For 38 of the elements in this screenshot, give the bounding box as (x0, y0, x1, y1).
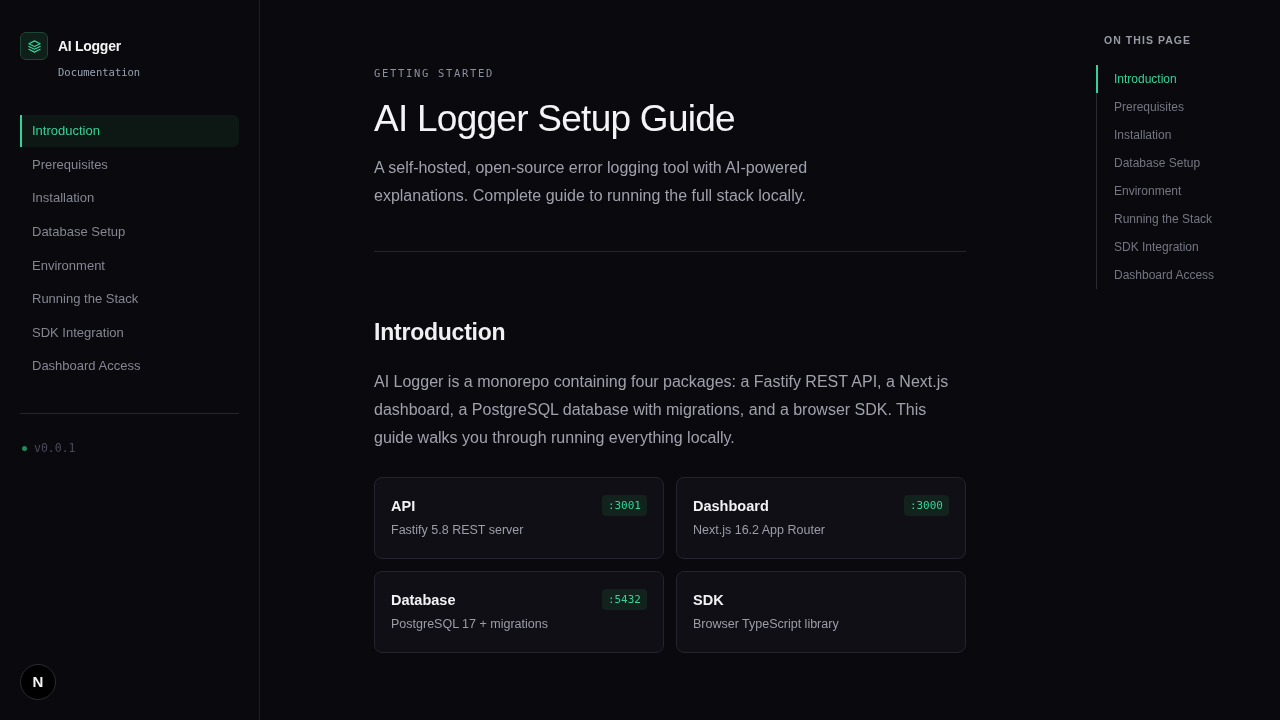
card-description: Browser TypeScript library (693, 616, 840, 633)
sidebar-nav-item[interactable]: Introduction (20, 115, 239, 147)
dev-indicator-button[interactable]: N (20, 664, 56, 700)
toc-heading: ON THIS PAGE (1103, 33, 1193, 48)
card-title: Database (391, 591, 456, 610)
card-description: Fastify 5.8 REST server (391, 522, 525, 539)
sidebar-nav-item[interactable]: Prerequisites (20, 148, 239, 181)
brand-subtitle: Documentation (58, 65, 141, 79)
toc-link[interactable]: Database Setup (1097, 149, 1201, 177)
port-tag: :3000 (903, 495, 949, 516)
version-label: v0.0.1 (34, 440, 76, 457)
section-eyebrow: GETTING STARTED (374, 66, 496, 81)
toc-link[interactable]: Environment (1097, 177, 1182, 205)
toc-link[interactable]: Running the Stack (1097, 205, 1213, 233)
toc-link[interactable]: Prerequisites (1097, 93, 1185, 121)
card-title: SDK (693, 591, 724, 610)
toc-link[interactable]: Dashboard Access (1097, 261, 1215, 289)
sidebar-nav-item[interactable]: Running the Stack (20, 282, 239, 315)
toc-link[interactable]: SDK Integration (1097, 233, 1199, 261)
section-heading: Introduction (374, 318, 507, 347)
card-title: API (391, 497, 416, 516)
page-subtitle: A self-hosted, open-source error logging tool with AI-powered explanations. Complete guide to running the full stack locally. (374, 158, 809, 206)
port-tag: :5432 (601, 589, 647, 610)
page-title: AI Logger Setup Guide (374, 99, 736, 139)
brand-title: AI Logger (58, 37, 122, 56)
toc-link[interactable]: Installation (1097, 121, 1172, 149)
sidebar-nav-item[interactable]: Database Setup (20, 215, 239, 248)
sidebar-nav-item[interactable]: SDK Integration (20, 316, 239, 349)
port-tag: :3001 (601, 495, 647, 516)
card-title: Dashboard (693, 497, 769, 516)
sidebar-nav-item[interactable]: Environment (20, 249, 239, 282)
sidebar-nav-item[interactable]: Installation (20, 182, 239, 215)
layers-logo-icon (20, 32, 48, 60)
card-description: Next.js 16.2 App Router (693, 522, 827, 539)
sidebar-nav-item[interactable]: Dashboard Access (20, 350, 239, 383)
toc-link[interactable]: Introduction (1096, 65, 1177, 93)
card-description: PostgreSQL 17 + migrations (391, 616, 549, 633)
section-body: AI Logger is a monorepo containing four packages: a Fastify REST API, a Next.js dashboard, a PostgreSQL database with migrations, and a browser SDK. This guide walks you through running everything locally. (374, 372, 950, 448)
